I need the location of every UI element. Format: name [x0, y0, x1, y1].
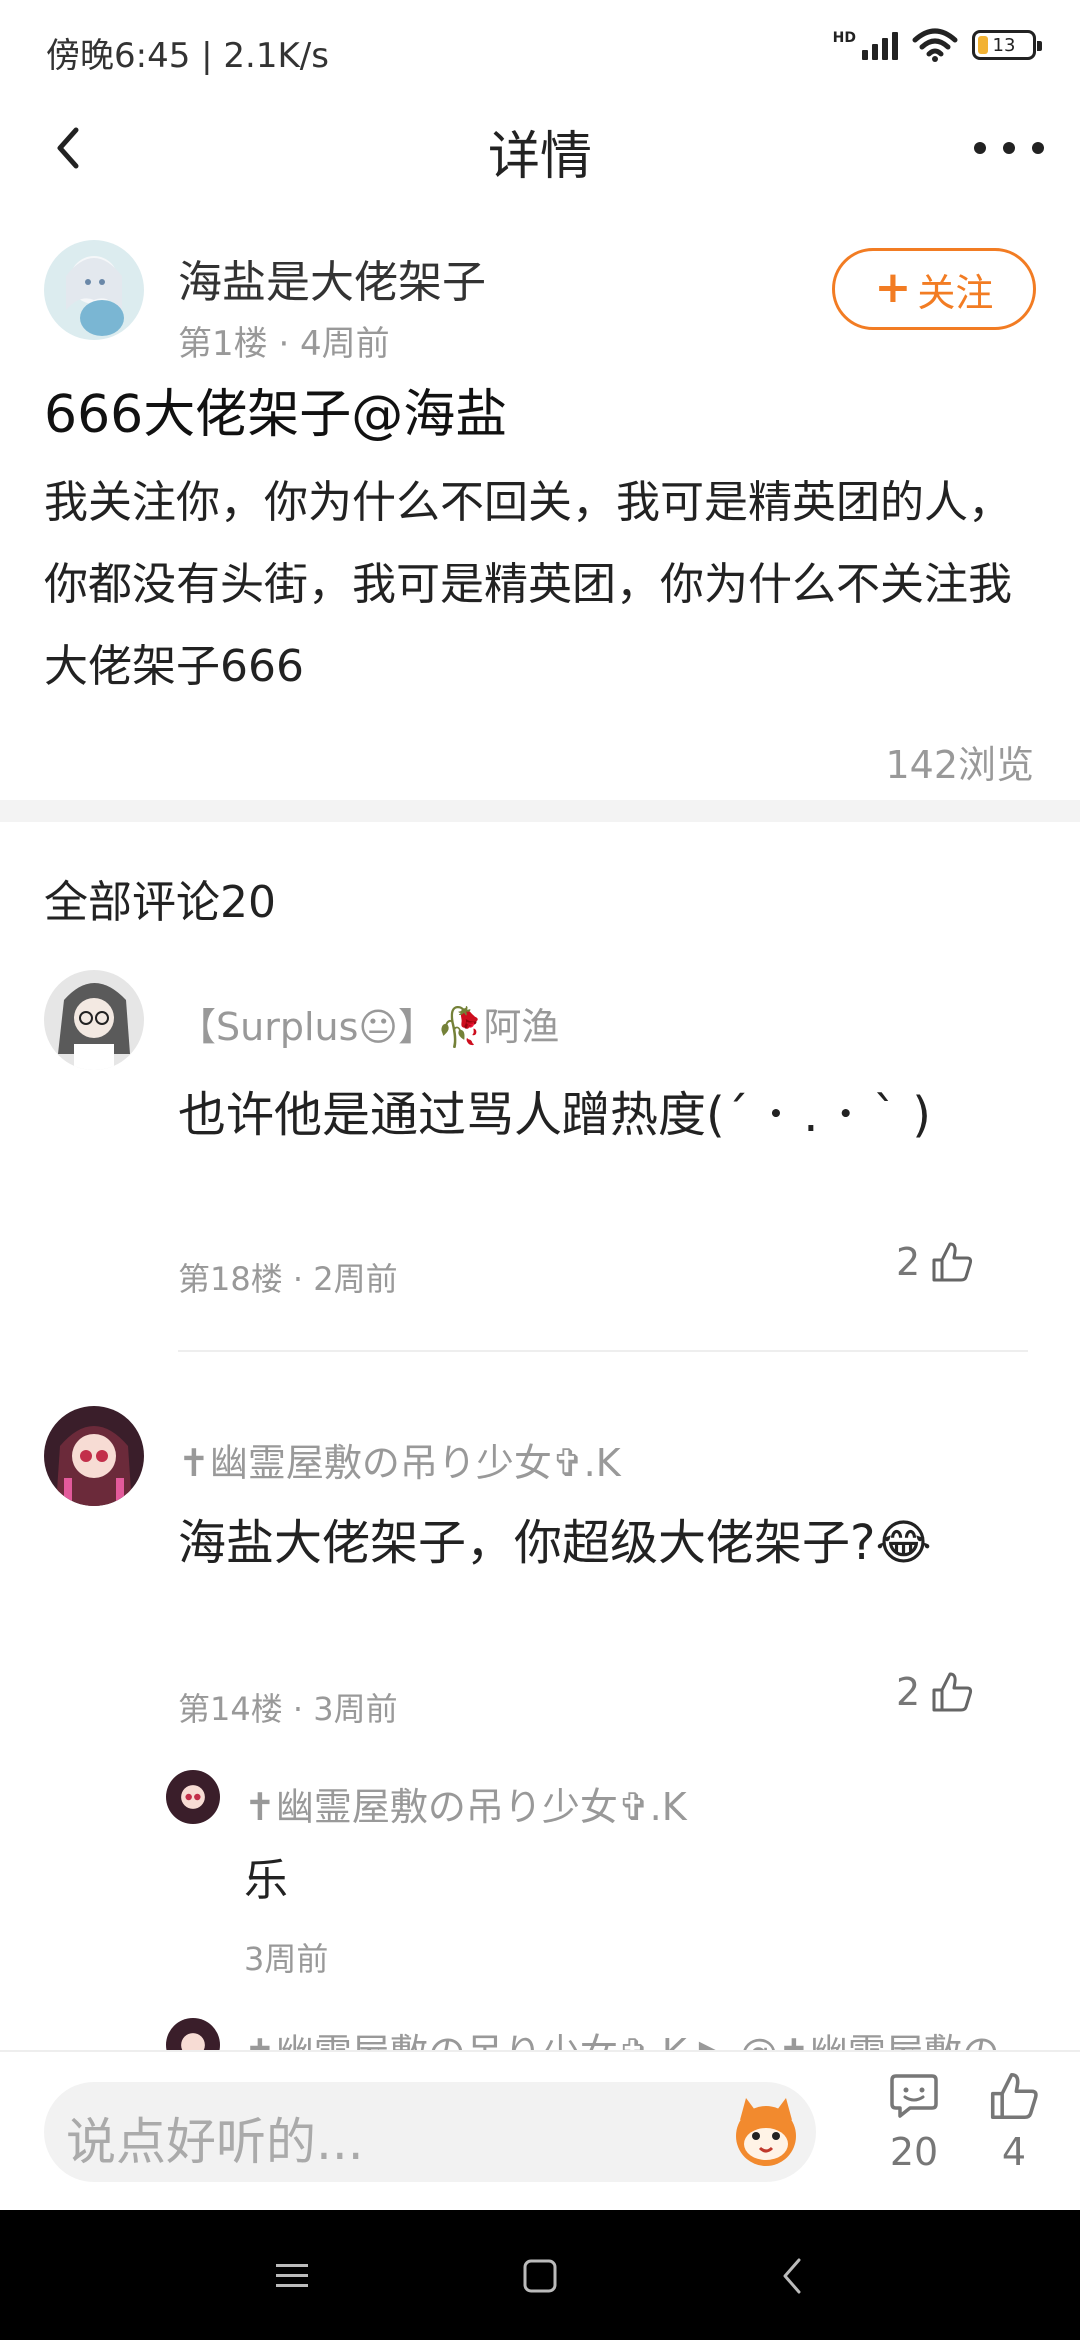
- post-meta: 第1楼 · 4周前: [178, 324, 390, 364]
- hd-label: HD: [832, 30, 856, 46]
- avatar-image: [44, 240, 144, 340]
- post-body: 我关注你，你为什么不回关，我可是精英团的人，你都没有头街，我可是精英团，你为什么…: [44, 477, 1012, 692]
- avatar-image: [44, 970, 144, 1070]
- comment-input[interactable]: 说点好听的...: [44, 2082, 816, 2182]
- reply-avatar[interactable]: [166, 1770, 220, 1824]
- menu-icon: [276, 2264, 308, 2287]
- comment-text: 海盐大佬架子，你超级大佬架子?😂: [178, 1515, 932, 1571]
- comment-text: 也许他是通过骂人蹭热度(´ ･ . ･ ` ): [178, 1087, 932, 1143]
- plus-icon: +: [874, 261, 912, 313]
- comment-input-placeholder: 说点好听的...: [66, 2113, 364, 2171]
- like-action[interactable]: 4: [974, 2070, 1054, 2174]
- comments-heading: 全部评论20: [44, 877, 276, 928]
- wifi-icon: [912, 28, 958, 62]
- square-home-icon: [523, 2259, 557, 2293]
- like-count: 2: [896, 1670, 921, 1714]
- comment-bubble-icon: [890, 2074, 938, 2118]
- more-dot: [1003, 142, 1015, 154]
- nav-home-button[interactable]: [510, 2246, 570, 2306]
- like-count: 2: [896, 1240, 921, 1284]
- avatar-image: [166, 1770, 220, 1824]
- reply-author-name[interactable]: ✝幽霊屋敷の吊り少女✞.K: [244, 1776, 687, 1831]
- bottom-action-bar: 说点好听的... 20 4: [0, 2050, 1080, 2210]
- reply-meta: 3周前: [244, 1940, 329, 1978]
- status-icons: HD 13: [832, 28, 1042, 62]
- thumb-up-icon: [932, 1242, 973, 1282]
- view-count: 142浏览: [885, 743, 1034, 787]
- more-dot: [974, 142, 986, 154]
- comment-author-name[interactable]: ✝幽霊屋敷の吊り少女✞.K: [178, 1432, 621, 1487]
- status-time: 傍晚6:45 | 2.1K/s: [46, 36, 329, 76]
- more-dot: [1032, 142, 1044, 154]
- thumb-up-icon: [932, 1672, 973, 1712]
- comment-like-button[interactable]: 2: [896, 1670, 974, 1714]
- comment-count: 20: [889, 2130, 939, 2174]
- more-options-button[interactable]: [974, 120, 1044, 176]
- status-bar: 傍晚6:45 | 2.1K/s HD 13: [0, 0, 1080, 100]
- signal-icon: [862, 30, 898, 60]
- battery-icon: 13: [972, 30, 1042, 60]
- system-nav-bar: [0, 2210, 1080, 2340]
- post-author-avatar[interactable]: [44, 240, 144, 340]
- nav-back-icon: [783, 2258, 801, 2294]
- post-detail-screen: 傍晚6:45 | 2.1K/s HD 13 详情 海盐是大佬架子 第1楼 · 4…: [0, 0, 1080, 2340]
- battery-level: 13: [992, 34, 1016, 56]
- comment-avatar[interactable]: [44, 970, 144, 1070]
- comment-separator: [178, 1350, 1028, 1352]
- nav-back-button[interactable]: [762, 2246, 822, 2306]
- follow-label: 关注: [917, 270, 994, 315]
- follow-button[interactable]: + 关注: [832, 248, 1036, 330]
- like-count: 4: [1001, 2130, 1027, 2174]
- page-title: 详情: [487, 127, 592, 187]
- post-title: 666大佬架子@海盐: [44, 385, 508, 445]
- comments-action[interactable]: 20: [874, 2070, 954, 2174]
- section-divider: [0, 800, 1080, 822]
- mascot-emoji-icon[interactable]: [726, 2092, 806, 2172]
- comment-meta: 第18楼 · 2周前: [178, 1260, 398, 1298]
- thumb-up-icon: [990, 2072, 1038, 2120]
- comment-avatar[interactable]: [44, 1406, 144, 1506]
- top-app-bar: 详情: [0, 100, 1080, 200]
- comment-author-name[interactable]: 【Surplus😐】🥀阿渔: [178, 996, 559, 1051]
- comment-like-button[interactable]: 2: [896, 1240, 974, 1284]
- reply-text: 乐: [244, 1855, 288, 1906]
- nav-menu-button[interactable]: [262, 2246, 322, 2306]
- comment-meta: 第14楼 · 3周前: [178, 1690, 398, 1728]
- post-author-name[interactable]: 海盐是大佬架子: [178, 246, 486, 310]
- avatar-image: [44, 1406, 144, 1506]
